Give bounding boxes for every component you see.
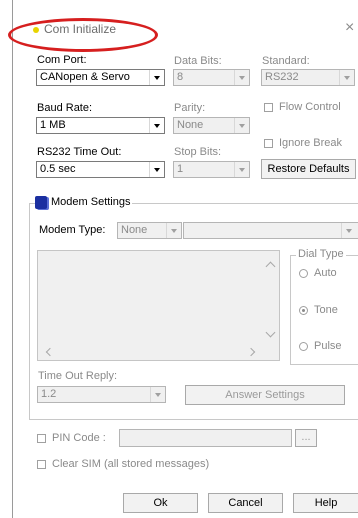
modem-book-icon [35, 196, 47, 209]
parity-select[interactable]: None [173, 117, 250, 134]
cancel-button[interactable]: Cancel [208, 493, 283, 513]
chevron-down-icon [150, 387, 165, 402]
scroll-right-icon[interactable] [246, 347, 256, 357]
rs232-timeout-label: RS232 Time Out: [37, 146, 122, 158]
baud-rate-label: Baud Rate: [37, 102, 93, 114]
ok-button[interactable]: Ok [123, 493, 198, 513]
baud-rate-select[interactable]: 1 MB [36, 117, 165, 134]
chevron-down-icon [166, 223, 181, 238]
dial-tone-radio[interactable] [299, 306, 308, 315]
restore-defaults-button[interactable]: Restore Defaults [261, 159, 356, 179]
modem-list-box[interactable] [37, 250, 280, 361]
scroll-down-icon[interactable] [265, 327, 276, 338]
modem-type-select[interactable]: None [117, 222, 182, 239]
modem-type-label: Modem Type: [39, 224, 106, 236]
close-icon[interactable]: × [345, 19, 354, 37]
vertical-scrollbar[interactable] [263, 251, 279, 345]
chevron-down-icon [234, 162, 249, 177]
help-button[interactable]: Help [293, 493, 358, 513]
scroll-left-icon[interactable] [45, 347, 55, 357]
timeout-reply-select[interactable]: 1.2 [37, 386, 166, 403]
chevron-down-icon [234, 70, 249, 85]
chevron-down-icon [339, 70, 354, 85]
answer-settings-button[interactable]: Answer Settings [185, 385, 345, 405]
chevron-down-icon [341, 223, 356, 238]
pin-browse-button[interactable]: ... [295, 429, 317, 447]
modem-type-value: None [121, 224, 148, 236]
data-bits-select[interactable]: 8 [173, 69, 250, 86]
timeout-reply-value: 1.2 [41, 388, 57, 400]
chevron-down-icon [149, 118, 164, 133]
clear-sim-label: Clear SIM (all stored messages) [52, 458, 210, 470]
data-bits-label: Data Bits: [174, 55, 222, 67]
ignore-break-checkbox[interactable] [264, 139, 273, 148]
stop-bits-value: 1 [177, 163, 184, 175]
parity-label: Parity: [174, 102, 206, 114]
rs232-timeout-value: 0.5 sec [40, 163, 76, 175]
pin-code-label: PIN Code : [52, 432, 106, 444]
baud-rate-value: 1 MB [40, 119, 66, 131]
horizontal-scrollbar[interactable] [38, 344, 265, 360]
clear-sim-checkbox[interactable] [37, 460, 46, 469]
highlight-ellipse [8, 18, 158, 52]
data-bits-value: 8 [177, 71, 184, 83]
chevron-down-icon [149, 70, 164, 85]
chevron-down-icon [149, 162, 164, 177]
timeout-reply-label: Time Out Reply: [38, 370, 118, 382]
modem-model-select[interactable] [183, 222, 358, 239]
pin-code-input[interactable] [119, 429, 292, 447]
modem-settings-title: Modem Settings [49, 196, 133, 208]
scroll-up-icon[interactable] [265, 261, 276, 272]
dial-pulse-radio[interactable] [299, 342, 308, 351]
pin-code-checkbox[interactable] [37, 434, 46, 443]
dial-auto-label: Auto [314, 267, 337, 279]
dial-tone-label: Tone [314, 304, 338, 316]
flow-control-label: Flow Control [279, 101, 341, 113]
com-port-label: Com Port: [37, 54, 87, 66]
chevron-down-icon [234, 118, 249, 133]
standard-label: Standard: [262, 55, 310, 67]
dial-type-title: Dial Type [296, 248, 346, 260]
standard-value: RS232 [265, 71, 299, 83]
ignore-break-label: Ignore Break [279, 137, 342, 149]
flow-control-checkbox[interactable] [264, 103, 273, 112]
com-port-value: CANopen & Servo [40, 71, 130, 83]
dial-pulse-label: Pulse [314, 340, 342, 352]
stop-bits-select[interactable]: 1 [173, 161, 250, 178]
dial-auto-radio[interactable] [299, 269, 308, 278]
com-port-select[interactable]: CANopen & Servo [36, 69, 165, 86]
stop-bits-label: Stop Bits: [174, 146, 222, 158]
standard-select[interactable]: RS232 [261, 69, 355, 86]
rs232-timeout-select[interactable]: 0.5 sec [36, 161, 165, 178]
parity-value: None [177, 119, 204, 131]
